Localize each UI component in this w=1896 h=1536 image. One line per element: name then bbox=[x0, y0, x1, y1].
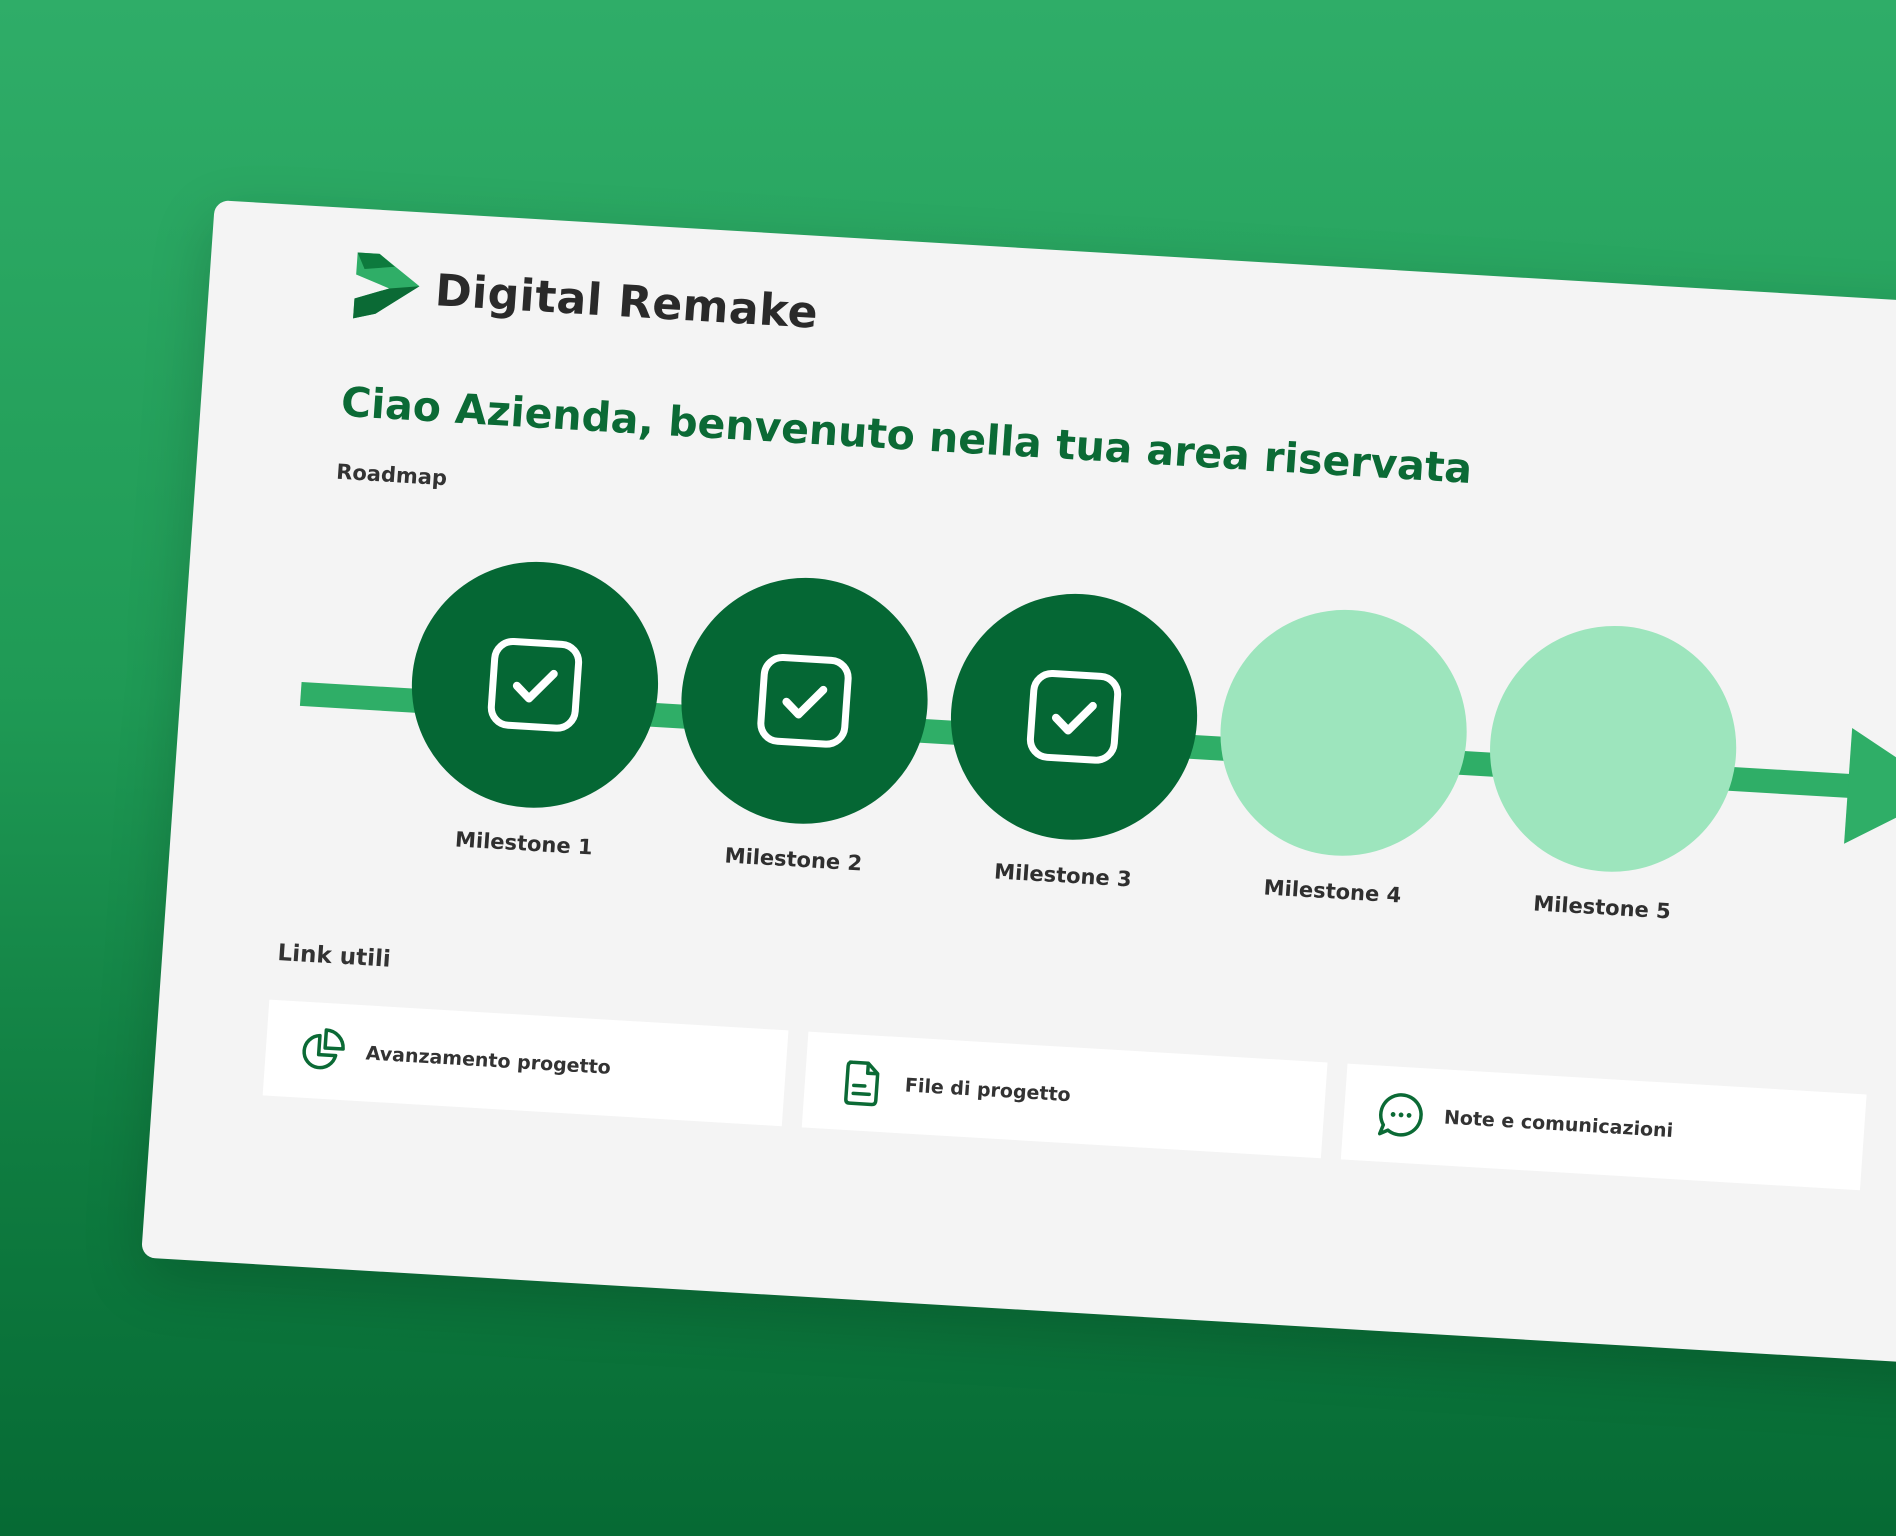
milestone-label: Milestone 2 bbox=[723, 843, 863, 876]
dashboard-panel: Digital Remake Ciao Azienda, benvenuto n… bbox=[141, 200, 1896, 1371]
link-note-e-comunicazioni[interactable]: Note e comunicazioni bbox=[1340, 1063, 1867, 1191]
pie-chart-icon bbox=[302, 1028, 345, 1070]
milestone-3[interactable]: Milestone 3 bbox=[939, 586, 1206, 895]
milestone-circle-completed bbox=[942, 586, 1206, 847]
roadmap-heading: Roadmap bbox=[335, 459, 448, 491]
link-label: File di progetto bbox=[904, 1074, 1072, 1107]
brand-logo[interactable]: Digital Remake bbox=[347, 248, 821, 350]
link-avanzamento-progetto[interactable]: Avanzamento progetto bbox=[262, 999, 789, 1127]
check-square-icon bbox=[487, 637, 583, 732]
check-square-icon bbox=[757, 653, 852, 748]
link-label: Avanzamento progetto bbox=[365, 1042, 612, 1079]
milestone-2[interactable]: Milestone 2 bbox=[670, 570, 936, 879]
document-icon bbox=[844, 1060, 880, 1107]
page-title: Ciao Azienda, benvenuto nella tua area r… bbox=[339, 377, 1474, 493]
milestone-label: Milestone 4 bbox=[1262, 875, 1403, 908]
link-file-di-progetto[interactable]: File di progetto bbox=[801, 1031, 1328, 1159]
milestone-circle-pending bbox=[1481, 618, 1745, 879]
roadmap-arrow-icon bbox=[1844, 727, 1896, 850]
milestone-circle-completed bbox=[673, 570, 936, 831]
milestone-label: Milestone 3 bbox=[993, 859, 1133, 892]
milestone-circle-pending bbox=[1212, 602, 1475, 863]
background: Digital Remake Ciao Azienda, benvenuto n… bbox=[0, 0, 1896, 1536]
milestone-1[interactable]: Milestone 1 bbox=[400, 554, 667, 863]
milestone-label: Milestone 5 bbox=[1532, 891, 1672, 924]
chat-bubble-icon bbox=[1377, 1093, 1423, 1137]
milestone-circle-completed bbox=[403, 554, 667, 815]
links-heading: Link utili bbox=[276, 940, 392, 973]
brand-name: Digital Remake bbox=[433, 264, 820, 339]
milestone-label: Milestone 1 bbox=[454, 827, 594, 860]
play-arrow-logo-icon bbox=[353, 252, 420, 319]
link-label: Note e comunicazioni bbox=[1443, 1106, 1674, 1143]
milestone-4[interactable]: Milestone 4 bbox=[1209, 602, 1475, 911]
milestone-5[interactable]: Milestone 5 bbox=[1478, 618, 1745, 927]
check-square-icon bbox=[1026, 669, 1122, 764]
